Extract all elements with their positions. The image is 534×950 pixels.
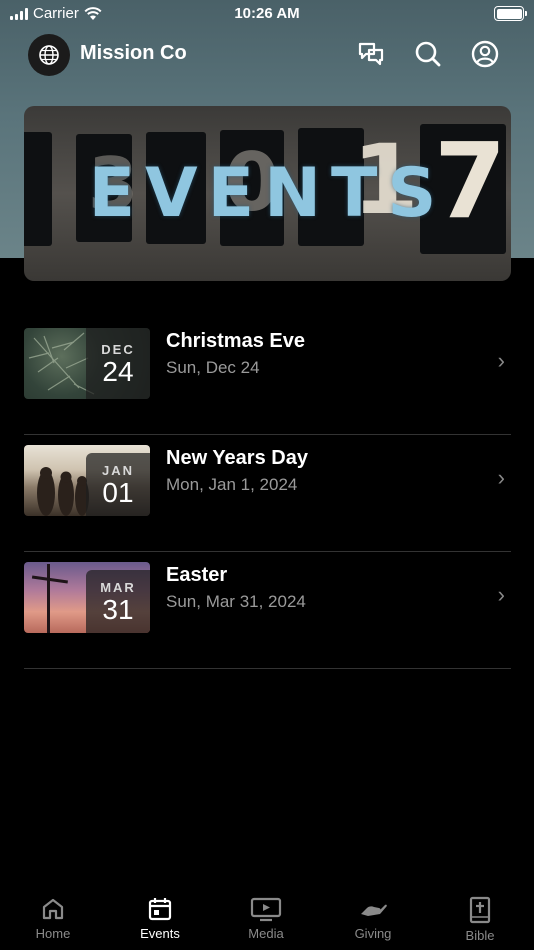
tab-label: Media xyxy=(248,926,284,941)
chat-icon[interactable] xyxy=(356,39,386,69)
tab-bar: Home Events Media Giving Bible xyxy=(0,886,534,950)
event-item-easter[interactable]: MAR 31 Easter Sun, Mar 31, 2024 › xyxy=(24,552,511,669)
event-date: Sun, Mar 31, 2024 xyxy=(166,592,306,611)
bible-icon xyxy=(469,896,491,924)
badge-day: 01 xyxy=(102,477,134,508)
app-title: Mission Co xyxy=(80,42,187,64)
tab-bible[interactable]: Bible xyxy=(427,896,533,950)
tab-giving[interactable]: Giving xyxy=(320,896,426,950)
tab-label: Bible xyxy=(465,928,495,943)
status-bar: Carrier 10:26 AM xyxy=(0,0,534,28)
tv-icon xyxy=(250,897,282,922)
date-badge: DEC 24 xyxy=(86,328,150,399)
giving-hand-icon xyxy=(361,904,387,916)
chevron-right-icon: › xyxy=(497,582,505,607)
badge-day: 24 xyxy=(102,356,134,387)
date-badge: MAR 31 xyxy=(86,570,150,633)
event-date: Sun, Dec 24 xyxy=(166,358,260,377)
tab-home[interactable]: Home xyxy=(0,896,106,950)
search-icon[interactable] xyxy=(413,39,443,69)
status-time: 10:26 AM xyxy=(234,5,300,22)
chevron-right-icon: › xyxy=(497,465,505,490)
battery-icon xyxy=(494,6,527,21)
events-banner: 3 0 1 7 EVENTS xyxy=(24,106,511,281)
event-title: Christmas Eve xyxy=(166,330,305,352)
banner-title: EVENTS xyxy=(88,154,447,233)
tab-media[interactable]: Media xyxy=(213,896,319,950)
tab-label: Home xyxy=(35,926,71,941)
date-badge: JAN 01 xyxy=(86,453,150,516)
globe-icon[interactable] xyxy=(28,34,70,76)
badge-month: DEC xyxy=(101,342,135,357)
event-title: Easter xyxy=(166,564,228,586)
chevron-right-icon: › xyxy=(497,348,505,373)
event-title: New Years Day xyxy=(166,447,308,469)
badge-day: 31 xyxy=(102,594,134,625)
badge-month: JAN xyxy=(101,463,134,478)
event-date: Mon, Jan 1, 2024 xyxy=(166,475,298,494)
badge-month: MAR xyxy=(100,580,136,595)
tab-label: Giving xyxy=(354,926,392,941)
calendar-icon xyxy=(148,898,172,921)
app-header: Mission Co xyxy=(0,32,534,78)
event-thumbnail: MAR 31 xyxy=(24,562,150,633)
event-item-christmas-eve[interactable]: DEC 24 Christmas Eve Sun, Dec 24 › xyxy=(24,318,511,435)
tab-events[interactable]: Events xyxy=(107,896,213,950)
home-icon xyxy=(42,898,64,920)
event-thumbnail: DEC 24 xyxy=(24,328,150,399)
tab-label: Events xyxy=(140,926,180,941)
event-thumbnail: JAN 01 xyxy=(24,445,150,516)
event-item-new-years-day[interactable]: JAN 01 New Years Day Mon, Jan 1, 2024 › xyxy=(24,435,511,552)
profile-icon[interactable] xyxy=(470,39,500,69)
